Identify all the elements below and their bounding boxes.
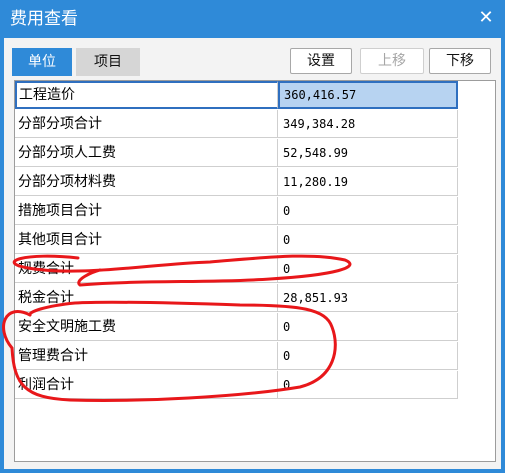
move-down-button[interactable]: 下移 bbox=[429, 48, 491, 74]
close-icon[interactable]: ✕ bbox=[475, 7, 497, 29]
row-value[interactable]: 0 bbox=[278, 371, 458, 399]
settings-button[interactable]: 设置 bbox=[290, 48, 352, 74]
row-value[interactable]: 28,851.93 bbox=[278, 284, 458, 312]
row-value[interactable]: 0 bbox=[278, 226, 458, 254]
table-row[interactable]: 分部分项材料费 11,280.19 bbox=[15, 168, 495, 197]
table-row[interactable]: 其他项目合计 0 bbox=[15, 226, 495, 255]
row-name: 工程造价 bbox=[15, 81, 278, 109]
row-value[interactable]: 349,384.28 bbox=[278, 110, 458, 138]
row-name: 安全文明施工费 bbox=[15, 313, 278, 341]
dialog-content: 单位 项目 设置 上移 下移 工程造价 360,416.57 分部分项合计 34… bbox=[4, 38, 501, 469]
row-name: 管理费合计 bbox=[15, 342, 278, 370]
row-value[interactable]: 11,280.19 bbox=[278, 168, 458, 196]
table-row[interactable]: 管理费合计 0 bbox=[15, 342, 495, 371]
table-row[interactable]: 规费合计 0 bbox=[15, 255, 495, 284]
row-name: 分部分项合计 bbox=[15, 110, 278, 138]
table-row[interactable]: 安全文明施工费 0 bbox=[15, 313, 495, 342]
cost-view-dialog: 费用查看 ✕ 单位 项目 设置 上移 下移 工程造价 360,416.57 分部… bbox=[0, 0, 505, 473]
cost-table: 工程造价 360,416.57 分部分项合计 349,384.28 分部分项人工… bbox=[14, 80, 496, 462]
row-value[interactable]: 52,548.99 bbox=[278, 139, 458, 167]
table-row[interactable]: 税金合计 28,851.93 bbox=[15, 284, 495, 313]
table-row[interactable]: 分部分项合计 349,384.28 bbox=[15, 110, 495, 139]
table-row[interactable]: 工程造价 360,416.57 bbox=[15, 81, 495, 110]
row-value[interactable]: 0 bbox=[278, 313, 458, 341]
title-bar: 费用查看 ✕ bbox=[0, 0, 505, 38]
move-up-button[interactable]: 上移 bbox=[360, 48, 424, 74]
row-name: 规费合计 bbox=[15, 255, 278, 283]
row-name: 分部分项材料费 bbox=[15, 168, 278, 196]
table-row[interactable]: 分部分项人工费 52,548.99 bbox=[15, 139, 495, 168]
table-row[interactable]: 利润合计 0 bbox=[15, 371, 495, 400]
row-name: 措施项目合计 bbox=[15, 197, 278, 225]
row-value[interactable]: 0 bbox=[278, 197, 458, 225]
row-name: 分部分项人工费 bbox=[15, 139, 278, 167]
row-name: 其他项目合计 bbox=[15, 226, 278, 254]
row-value[interactable]: 0 bbox=[278, 342, 458, 370]
row-value[interactable]: 360,416.57 bbox=[278, 81, 458, 109]
table-row[interactable]: 措施项目合计 0 bbox=[15, 197, 495, 226]
row-name: 利润合计 bbox=[15, 371, 278, 399]
tab-unit[interactable]: 单位 bbox=[12, 48, 72, 76]
dialog-title: 费用查看 bbox=[10, 9, 78, 29]
row-name: 税金合计 bbox=[15, 284, 278, 312]
row-value[interactable]: 0 bbox=[278, 255, 458, 283]
tab-project[interactable]: 项目 bbox=[76, 48, 140, 76]
